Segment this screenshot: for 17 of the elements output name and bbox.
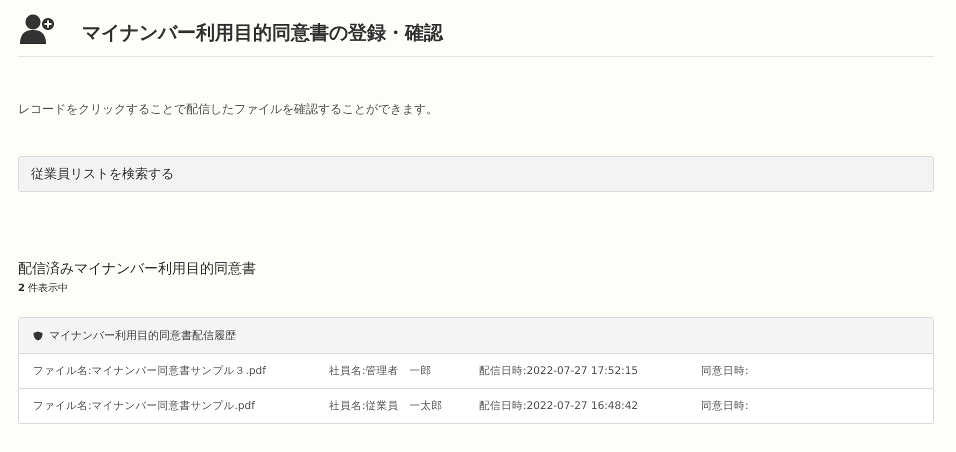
history-row[interactable]: ファイル名:マイナンバー同意書サンプル.pdf 社員名:従業員 一太郎 配信日時:2022-07-27 16:48:42 同意日時: bbox=[19, 389, 933, 423]
search-panel-header[interactable]: 従業員リストを検索する bbox=[18, 156, 934, 192]
agreed-datetime: 同意日時: bbox=[701, 399, 750, 413]
instruction-text: レコードをクリックすることで配信したファイルを確認することができます。 bbox=[18, 101, 439, 118]
employee-name: 社員名:管理者 一郎 bbox=[329, 364, 433, 378]
sent-datetime: 配信日時:2022-07-27 17:52:15 bbox=[479, 364, 640, 378]
agreed-datetime: 同意日時: bbox=[701, 364, 750, 378]
section-title: 配信済みマイナンバー利用目的同意書 bbox=[18, 260, 257, 278]
result-count: 2 件表示中 bbox=[18, 282, 70, 295]
history-row[interactable]: ファイル名:マイナンバー同意書サンプル３.pdf 社員名:管理者 一郎 配信日時:2022-07-27 17:52:15 同意日時: bbox=[19, 354, 933, 389]
file-name: ファイル名:マイナンバー同意書サンプル３.pdf bbox=[33, 364, 268, 378]
page-title: マイナンバー利用目的同意書の登録・確認 bbox=[82, 21, 443, 46]
sent-datetime: 配信日時:2022-07-27 16:48:42 bbox=[479, 399, 640, 413]
shield-icon bbox=[33, 330, 43, 340]
employee-name: 社員名:従業員 一太郎 bbox=[329, 399, 444, 413]
panel-title: マイナンバー利用目的同意書配信履歴 bbox=[49, 328, 236, 343]
file-name: ファイル名:マイナンバー同意書サンプル.pdf bbox=[33, 399, 256, 413]
